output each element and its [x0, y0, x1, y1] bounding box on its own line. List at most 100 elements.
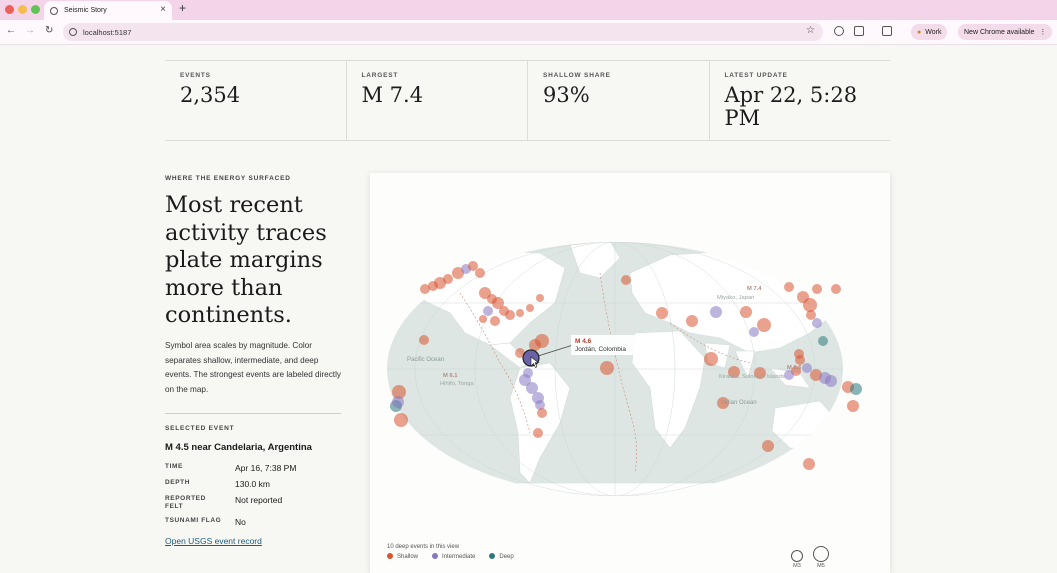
hover-callout-place: Jordán, Colombia: [575, 346, 626, 353]
event-marker[interactable]: [529, 339, 541, 351]
field-value: 130.0 km: [235, 479, 270, 489]
legend-label: Deep: [499, 554, 514, 560]
shallow-swatch-icon: [387, 553, 393, 559]
legend-shallow: Shallow: [387, 553, 418, 560]
ocean-label-indian: Indian Ocean: [721, 400, 757, 406]
profile-icon: ●: [917, 28, 922, 36]
event-marker[interactable]: [795, 355, 805, 365]
stat-label: EVENTS: [180, 72, 211, 79]
stat-label: LARGEST: [361, 72, 399, 79]
stat-value: 2,354: [180, 83, 241, 107]
event-marker[interactable]: [803, 298, 817, 312]
event-marker[interactable]: [831, 284, 841, 294]
page-headline: Most recent activity traces plate margin…: [165, 192, 327, 328]
event-marker[interactable]: [812, 318, 822, 328]
stat-largest: LARGEST M 7.4: [345, 61, 528, 140]
event-marker[interactable]: [479, 315, 487, 323]
event-marker[interactable]: [818, 336, 828, 346]
close-window-button[interactable]: [5, 5, 14, 14]
callout-place-solomon: Kirakira, Solomon Islands: [719, 374, 785, 380]
size-key-label: M3: [793, 563, 801, 569]
event-marker[interactable]: [394, 413, 408, 427]
event-marker[interactable]: [621, 275, 631, 285]
event-marker[interactable]: [483, 306, 493, 316]
event-marker[interactable]: [443, 274, 453, 284]
event-marker[interactable]: [419, 335, 429, 345]
size-key-m5: M5: [813, 546, 829, 569]
event-marker[interactable]: [526, 382, 538, 394]
chrome-update-button[interactable]: New Chrome available ⋮: [958, 24, 1053, 40]
event-marker[interactable]: [516, 309, 524, 317]
event-marker[interactable]: [847, 400, 859, 412]
event-marker[interactable]: [749, 327, 759, 337]
field-reported-felt: REPORTED FELT Not reported: [165, 495, 345, 511]
event-marker[interactable]: [825, 375, 837, 387]
size-key-label: M5: [817, 563, 825, 569]
field-value: Apr 16, 7:38 PM: [235, 463, 297, 473]
field-key: DEPTH: [165, 479, 191, 486]
new-tab-icon[interactable]: +: [179, 1, 186, 15]
map-description: Symbol area scales by magnitude. Color s…: [165, 341, 341, 394]
event-marker[interactable]: [850, 383, 862, 395]
event-marker[interactable]: [806, 310, 816, 320]
field-value: No: [235, 517, 246, 527]
profile-button[interactable]: ● Work: [911, 24, 948, 40]
divider: [165, 413, 341, 414]
event-marker[interactable]: [740, 306, 752, 318]
event-marker[interactable]: [784, 370, 794, 380]
callout-place-tonga: Hihifo, Tonga: [440, 381, 475, 387]
event-marker[interactable]: [536, 294, 544, 302]
address-bar[interactable]: localhost:5187 ☆: [63, 23, 823, 41]
selected-event-title: M 4.5 near Candelaria, Argentina: [165, 442, 312, 453]
deep-swatch-icon: [489, 553, 496, 559]
back-icon[interactable]: ←: [6, 25, 16, 36]
menu-kebab-icon[interactable]: ⋮: [1039, 28, 1046, 36]
stat-value: 93%: [543, 83, 590, 107]
size-key-m3: M3: [791, 550, 803, 569]
event-marker[interactable]: [505, 310, 515, 320]
callout-mag-tonga: M 6.1: [443, 373, 458, 379]
event-marker[interactable]: [762, 440, 774, 452]
event-marker[interactable]: [802, 363, 812, 373]
event-marker[interactable]: [710, 306, 722, 318]
world-map[interactable]: Pacific Ocean Indian Ocean M 7.4 Miyako,…: [370, 173, 890, 573]
field-key: REPORTED FELT: [165, 495, 206, 510]
bookmark-star-icon[interactable]: ☆: [806, 25, 815, 36]
event-marker[interactable]: [812, 284, 822, 294]
site-info-icon[interactable]: [69, 28, 77, 36]
maximize-window-button[interactable]: [31, 5, 40, 14]
section-kicker: WHERE THE ENERGY SURFACED: [165, 175, 291, 182]
event-marker[interactable]: [600, 361, 614, 375]
profile-label: Work: [925, 28, 942, 36]
event-marker[interactable]: [533, 428, 543, 438]
ocean-label-pacific: Pacific Ocean: [407, 357, 444, 363]
minimize-window-button[interactable]: [18, 5, 27, 14]
callout-mag-japan: M 7.4: [747, 286, 762, 292]
field-key: TIME: [165, 463, 183, 470]
usgs-record-link[interactable]: Open USGS event record: [165, 536, 262, 546]
event-marker[interactable]: [490, 316, 500, 326]
event-marker[interactable]: [803, 458, 815, 470]
event-marker[interactable]: [392, 396, 404, 408]
callout-place-japan: Miyako, Japan: [717, 295, 754, 301]
side-panel-icon[interactable]: [882, 26, 892, 36]
tab-title: Seismic Story: [64, 7, 107, 14]
event-marker[interactable]: [757, 318, 771, 332]
account-icon[interactable]: [834, 26, 844, 36]
event-marker[interactable]: [537, 408, 547, 418]
browser-tab[interactable]: Seismic Story ×: [44, 1, 172, 20]
size-circle-icon: [791, 550, 803, 562]
event-marker[interactable]: [656, 307, 668, 319]
event-marker[interactable]: [784, 282, 794, 292]
stat-shallow-share: SHALLOW SHARE 93%: [527, 61, 709, 140]
event-marker[interactable]: [686, 315, 698, 327]
event-marker[interactable]: [704, 352, 718, 366]
field-tsunami-flag: TSUNAMI FLAG No: [165, 517, 345, 527]
extensions-icon[interactable]: [854, 26, 864, 36]
event-marker[interactable]: [526, 304, 534, 312]
reload-icon[interactable]: ↻: [45, 25, 53, 36]
close-tab-icon[interactable]: ×: [160, 4, 166, 15]
event-marker[interactable]: [475, 268, 485, 278]
update-label: New Chrome available: [964, 28, 1035, 36]
forward-icon[interactable]: →: [25, 25, 35, 36]
